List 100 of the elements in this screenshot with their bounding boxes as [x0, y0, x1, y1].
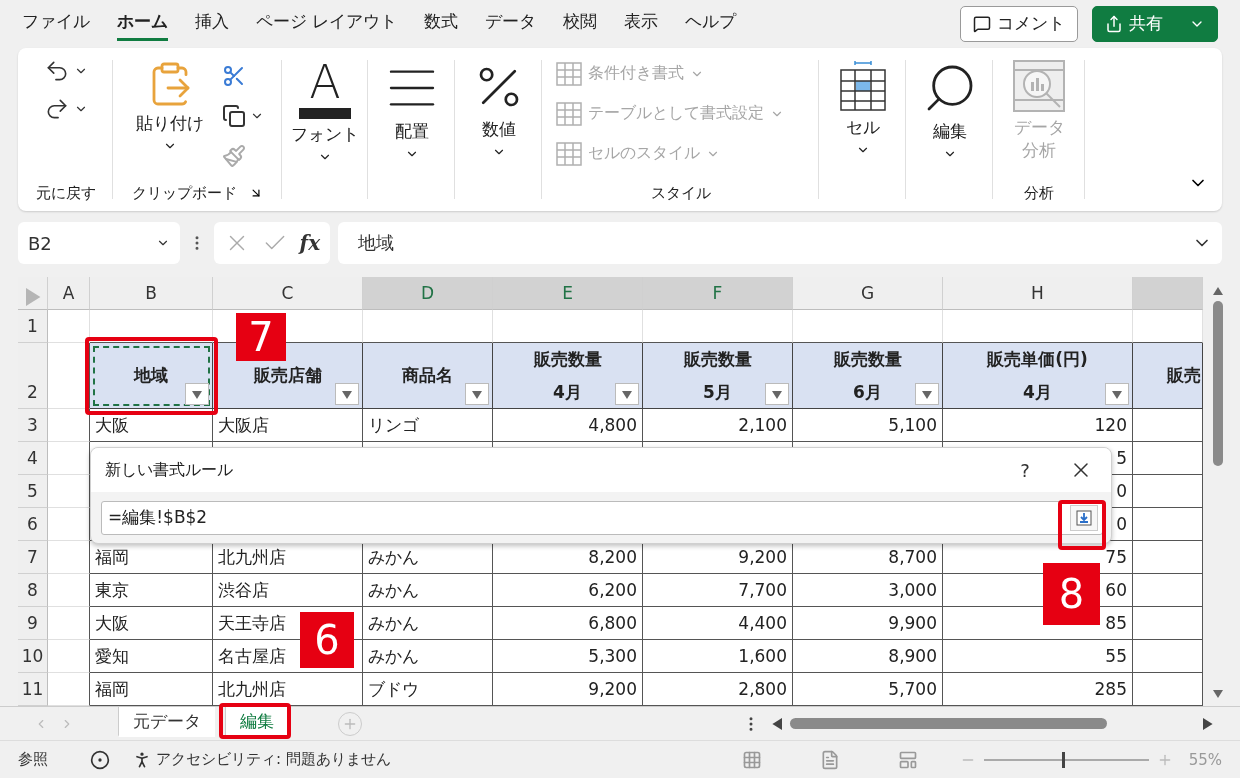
number-button[interactable]: 数値	[465, 55, 532, 176]
align-button[interactable]: 配置	[377, 55, 446, 176]
scroll-thumb[interactable]	[790, 718, 1107, 730]
table-cell: 北九州店	[213, 673, 363, 707]
filter-dropdown[interactable]	[765, 383, 789, 406]
formula-field[interactable]: 地域	[338, 222, 1222, 265]
filter-dropdown[interactable]	[915, 383, 939, 406]
table-cell: 7,700	[643, 574, 793, 608]
filter-caret-icon[interactable]	[922, 389, 932, 400]
filter-dropdown[interactable]	[335, 383, 359, 406]
filter-caret-icon[interactable]	[1112, 389, 1122, 400]
sheet-tab[interactable]: 編集	[225, 707, 288, 738]
paste-button[interactable]: 貼り付け	[129, 55, 210, 176]
column-heading: 販売数量 4月	[533, 347, 602, 404]
row-number: 1	[18, 310, 48, 344]
table-cell: みかん	[363, 640, 493, 674]
column-heading: 販売数量 5月	[683, 347, 752, 404]
record-icon[interactable]	[90, 749, 110, 770]
filter-caret-icon[interactable]	[772, 389, 782, 400]
table-cell: 2,100	[643, 409, 793, 443]
row-number: 8	[18, 574, 48, 608]
menu-tab[interactable]: 表示	[624, 6, 659, 42]
table-cell: 大阪	[90, 409, 213, 443]
name-box[interactable]: B2	[18, 222, 180, 265]
group-label: 元に戻す	[35, 183, 96, 203]
menu-tab[interactable]: ページ レイアウト	[256, 6, 398, 42]
filter-dropdown[interactable]	[465, 383, 489, 406]
row-number: 6	[18, 508, 48, 542]
column-header[interactable]: C	[213, 277, 363, 311]
column-heading: 地域	[134, 364, 168, 388]
filter-caret-icon[interactable]	[472, 389, 482, 400]
column-header[interactable]: B	[90, 277, 213, 311]
scroll-left-icon[interactable]	[770, 717, 782, 730]
scroll-up-icon[interactable]	[1212, 285, 1223, 296]
table-cell: 120	[943, 409, 1133, 443]
comment-button[interactable]: コメント	[960, 5, 1078, 42]
row-number: 3	[18, 409, 48, 443]
filter-caret-icon[interactable]	[342, 389, 352, 400]
group-label: スタイル	[650, 183, 711, 203]
menu-tab[interactable]: データ	[485, 6, 537, 42]
copy-icon	[221, 103, 246, 128]
row-number: 4	[18, 442, 48, 476]
column-heading: 販売数量 6月	[833, 347, 902, 404]
table-cell: 6,800	[493, 607, 643, 641]
menu-tab[interactable]: 校閲	[563, 6, 598, 42]
table-cell: 愛知	[90, 640, 213, 674]
column-header[interactable]: A	[48, 277, 90, 311]
font-color-bar	[299, 107, 351, 119]
dialog-title: 新しい書式ルール	[105, 459, 234, 481]
menu-tab[interactable]: ファイル	[22, 6, 90, 42]
table-cell: みかん	[363, 574, 493, 608]
table-cell: 1,600	[643, 640, 793, 674]
menu-tab[interactable]: ヘルプ	[685, 6, 737, 42]
scroll-down-icon[interactable]	[1212, 688, 1223, 699]
column-header[interactable]: H	[943, 277, 1133, 311]
filter-dropdown[interactable]	[1105, 383, 1129, 406]
table-format-icon	[556, 61, 582, 86]
column-header[interactable]: E	[493, 277, 643, 311]
cells-button[interactable]: セル	[832, 55, 893, 176]
slider-thumb[interactable]	[1061, 751, 1065, 768]
filter-caret-icon[interactable]	[622, 389, 632, 400]
highlight-frame	[1058, 500, 1106, 550]
table-cell: 2,800	[643, 673, 793, 707]
table-cell: 5,300	[493, 640, 643, 674]
find-button[interactable]: 編集	[915, 55, 984, 176]
step-number: 7	[236, 313, 286, 361]
table-format-icon	[556, 141, 582, 166]
collapse-icon	[1076, 509, 1092, 526]
row-number: 7	[18, 541, 48, 575]
filter-dropdown[interactable]	[615, 383, 639, 406]
table-cell: 9,900	[793, 607, 943, 641]
column-header[interactable]: F	[643, 277, 793, 311]
column-heading: 販売	[1167, 364, 1201, 388]
row-number: 5	[18, 475, 48, 509]
font-button[interactable]: A フォント	[285, 55, 365, 176]
column-header[interactable]: G	[793, 277, 943, 311]
share-button[interactable]: 共有	[1092, 5, 1218, 42]
step-number: 8	[1043, 563, 1100, 625]
highlight-frame	[219, 703, 291, 739]
accessibility-status[interactable]: アクセシビリティ: 問題ありません	[132, 749, 391, 770]
collapse-dialog-button[interactable]	[1070, 504, 1098, 531]
table-cell: 9,200	[493, 673, 643, 707]
range-field[interactable]: =編集!$B$2	[101, 500, 1103, 535]
filter-caret-icon[interactable]	[192, 389, 202, 400]
column-heading: 販売単価(円) 4月	[987, 347, 1088, 404]
insert-function-button[interactable]: fx	[299, 231, 321, 256]
group-label: クリップボード	[132, 183, 237, 203]
table-format-icon	[556, 101, 582, 126]
table-cell: みかん	[363, 607, 493, 641]
table-cell: 4,400	[643, 607, 793, 641]
menu-tab[interactable]: 数式	[424, 6, 459, 42]
scroll-right-icon[interactable]	[1203, 717, 1215, 730]
filter-dropdown[interactable]	[185, 383, 209, 406]
menu-tab[interactable]: ホーム	[117, 6, 168, 42]
cells-icon	[838, 59, 887, 112]
scroll-thumb[interactable]	[1212, 301, 1223, 467]
sheet-tab[interactable]: 元データ	[118, 707, 215, 738]
column-header[interactable]: D	[363, 277, 493, 311]
table-cell: リンゴ	[363, 409, 493, 443]
menu-tab[interactable]: 挿入	[195, 6, 229, 42]
